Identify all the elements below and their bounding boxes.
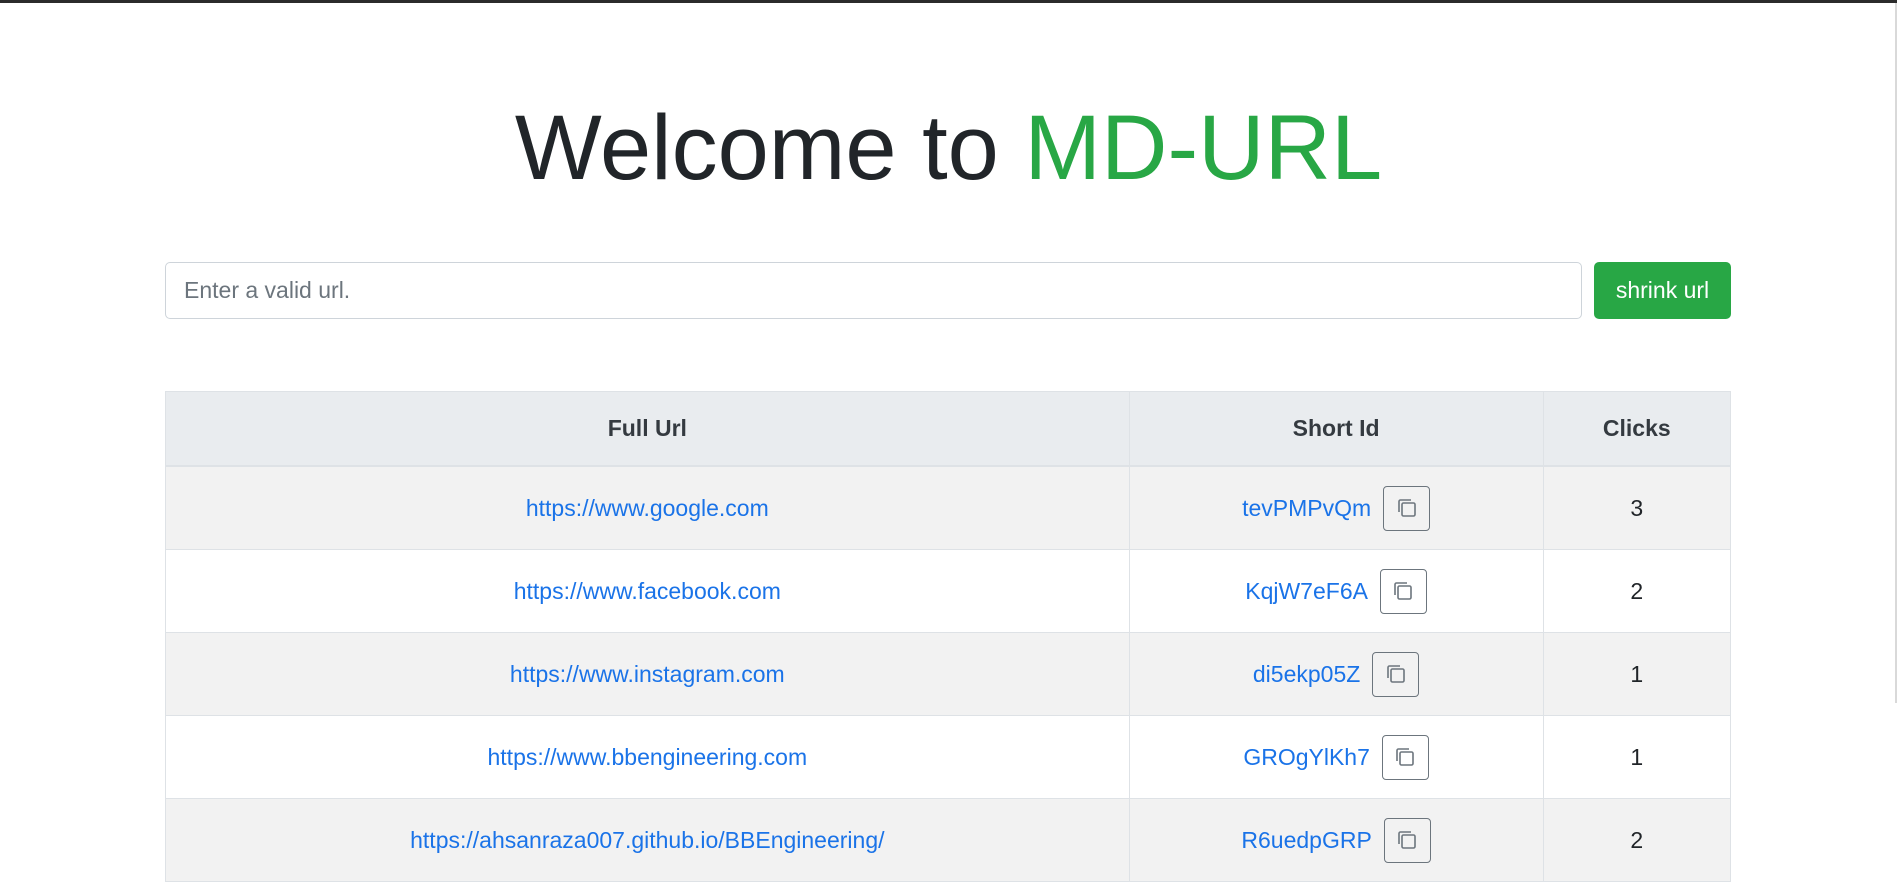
short-id-link[interactable]: tevPMPvQm: [1242, 495, 1371, 522]
full-url-cell: https://www.google.com: [165, 465, 1130, 550]
copy-button[interactable]: [1383, 817, 1431, 863]
full-url-header: Full Url: [165, 391, 1130, 467]
copy-icon: [1385, 663, 1407, 685]
short-id-cell: R6uedpGRP: [1128, 798, 1544, 882]
short-id-cell: di5ekp05Z: [1128, 632, 1544, 716]
table-row: https://www.facebook.com KqjW7eF6A 2: [165, 549, 1732, 633]
copy-button[interactable]: [1381, 734, 1429, 780]
copy-icon: [1396, 829, 1418, 851]
copy-icon: [1394, 746, 1416, 768]
table-row: https://www.google.com tevPMPvQm 3: [165, 465, 1732, 550]
short-id-link[interactable]: R6uedpGRP: [1241, 827, 1371, 854]
clicks-cell: 3: [1542, 465, 1732, 550]
full-url-cell: https://ahsanraza007.github.io/BBEnginee…: [165, 798, 1130, 882]
short-id-cell: tevPMPvQm: [1128, 465, 1544, 550]
clicks-header: Clicks: [1542, 391, 1732, 467]
short-id-link[interactable]: GROgYlKh7: [1243, 744, 1370, 771]
copy-icon: [1396, 497, 1418, 519]
full-url-link[interactable]: https://www.google.com: [526, 495, 769, 521]
table-row: https://www.instagram.com di5ekp05Z 1: [165, 632, 1732, 716]
brand-name: MD-URL: [1024, 97, 1383, 199]
copy-button[interactable]: [1383, 485, 1431, 531]
clicks-cell: 1: [1542, 632, 1732, 716]
table-row: https://ahsanraza007.github.io/BBEnginee…: [165, 798, 1732, 882]
title-prefix: Welcome to: [514, 97, 1025, 199]
shrink-url-button[interactable]: shrink url: [1594, 262, 1731, 319]
short-id-header: Short Id: [1128, 391, 1544, 467]
short-id-cell: KqjW7eF6A: [1128, 549, 1544, 633]
url-input[interactable]: [165, 262, 1582, 319]
full-url-cell: https://www.facebook.com: [165, 549, 1130, 633]
full-url-link[interactable]: https://www.bbengineering.com: [488, 744, 808, 770]
short-id-cell: GROgYlKh7: [1128, 715, 1544, 799]
full-url-link[interactable]: https://ahsanraza007.github.io/BBEnginee…: [410, 827, 884, 853]
short-id-link[interactable]: di5ekp05Z: [1253, 661, 1360, 688]
short-id-link[interactable]: KqjW7eF6A: [1245, 578, 1368, 605]
clicks-cell: 1: [1542, 715, 1732, 799]
urls-table: Full Url Short Id Clicks https://www.goo…: [165, 391, 1732, 882]
copy-button[interactable]: [1372, 651, 1420, 697]
table-row: https://www.bbengineering.com GROgYlKh7 …: [165, 715, 1732, 799]
clicks-cell: 2: [1542, 549, 1732, 633]
full-url-cell: https://www.instagram.com: [165, 632, 1130, 716]
shorten-form: shrink url: [165, 262, 1731, 319]
clicks-cell: 2: [1542, 798, 1732, 882]
table-header-row: Full Url Short Id Clicks: [165, 391, 1732, 467]
copy-button[interactable]: [1379, 568, 1427, 614]
copy-icon: [1392, 580, 1414, 602]
full-url-link[interactable]: https://www.facebook.com: [514, 578, 781, 604]
full-url-link[interactable]: https://www.instagram.com: [510, 661, 785, 687]
full-url-cell: https://www.bbengineering.com: [165, 715, 1130, 799]
page-title: Welcome to MD-URL: [0, 93, 1897, 203]
